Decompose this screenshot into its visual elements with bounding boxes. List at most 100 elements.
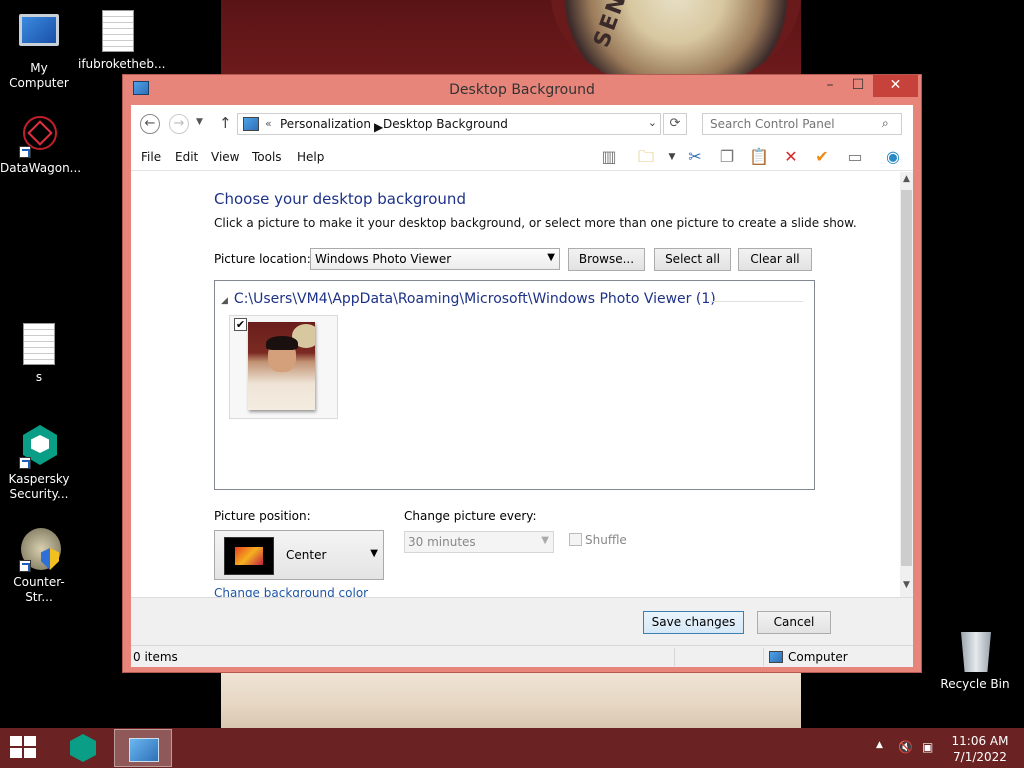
cut-icon[interactable]: ✂ [684,147,706,167]
taskbar-control-panel-icon[interactable] [114,729,172,767]
thumbnail-image [248,322,315,410]
desktop-icon-label: Kaspersky Security... [8,472,70,501]
search-input[interactable] [702,113,902,135]
scroll-up-icon[interactable]: ▲ [900,174,913,186]
computer-icon [19,14,59,46]
change-every-label: Change picture every: [404,509,537,523]
page-subtitle: Click a picture to make it your desktop … [214,216,857,230]
folder-group-header[interactable]: ◢ C:\Users\VM4\AppData\Roaming\Microsoft\… [221,291,716,307]
picture-thumbnail[interactable]: ✔ [229,315,338,419]
maximize-button[interactable]: ☐ [845,75,871,97]
properties-dropdown-icon[interactable]: ▼ [661,147,683,167]
status-divider [674,648,675,666]
collapse-triangle-icon[interactable]: ◢ [221,296,228,306]
browse-button[interactable]: Browse... [568,248,645,271]
desktop-icon-s[interactable]: s [0,323,78,385]
picture-location-value: Windows Photo Viewer [315,252,452,266]
menu-file[interactable]: File [141,150,161,164]
refresh-button[interactable]: ⟳ [663,113,687,135]
picture-position-value: Center [286,548,327,562]
clock-time: 11:06 AM [951,734,1009,748]
recent-locations-chevron-icon[interactable]: ▼ [196,117,203,127]
close-button[interactable]: ✕ [873,75,918,97]
picture-location-label: Picture location: [214,252,311,266]
forward-button[interactable]: → [169,114,189,134]
menu-view[interactable]: View [211,150,239,164]
desktop-icon-ifubroke[interactable]: ifubroketheb... [78,10,166,72]
shuffle-checkbox[interactable]: Shuffle [569,533,627,547]
menu-help[interactable]: Help [297,150,324,164]
select-all-button[interactable]: Select all [654,248,731,271]
taskbar: ▲ 🔇 ▣ 11:06 AM 7/1/2022 [0,728,1024,768]
overflow-chevron[interactable]: « [265,117,272,130]
volume-muted-icon[interactable]: 🔇 [898,740,913,754]
scroll-down-icon[interactable]: ▼ [900,580,913,592]
breadcrumb-personalization[interactable]: Personalization [280,117,371,131]
check-icon[interactable]: ✔ [811,147,833,167]
menu-toolbar-row: File Edit View Tools Help ▥ 🗀 ▼ ✂ ❐ 📋 ✕ … [131,143,913,171]
thumbnail-checkbox[interactable]: ✔ [234,318,247,331]
window-client: ← → ▼ ↑ « Personalization ▶ Desktop Back… [131,105,913,667]
taskbar-kaspersky-icon[interactable] [62,730,102,766]
scroll-thumb[interactable] [901,190,912,566]
window-titlebar[interactable]: Desktop Background – ☐ ✕ [123,75,921,105]
delete-icon[interactable]: ✕ [780,147,802,167]
position-preview-image [224,537,274,575]
address-bar[interactable]: « Personalization ▶ Desktop Background ⌄ [237,113,661,135]
status-divider [763,648,764,666]
window-title: Desktop Background [449,82,595,98]
address-row: ← → ▼ ↑ « Personalization ▶ Desktop Back… [131,105,913,143]
properties-icon[interactable]: 🗀 [635,147,657,167]
change-every-select[interactable]: 30 minutes ▼ [404,531,554,553]
desktop-icon-label: Recycle Bin [940,677,1010,691]
folder-path: C:\Users\VM4\AppData\Roaming\Microsoft\W… [233,291,716,307]
desktop-icon-kaspersky[interactable]: Kaspersky Security... [0,425,78,502]
globe-icon[interactable]: ◉ [882,147,904,167]
address-dropdown-icon[interactable]: ⌄ [648,116,657,129]
desktop-icon-label: ifubroketheb... [78,57,166,71]
minimize-button[interactable]: – [817,75,843,97]
breadcrumb-desktop-background[interactable]: Desktop Background [383,117,508,131]
change-every-value: 30 minutes [408,535,476,549]
recycle-bin-icon [955,630,995,674]
copy-icon[interactable]: ❐ [716,147,738,167]
layout-icon[interactable]: ▥ [598,147,620,167]
control-panel-icon [243,117,259,131]
start-button[interactable] [10,736,38,760]
network-icon[interactable]: ▣ [922,740,933,754]
tray-expand-icon[interactable]: ▲ [876,740,883,750]
picture-list: ◢ C:\Users\VM4\AppData\Roaming\Microsoft\… [214,280,815,490]
breadcrumb-separator-icon[interactable]: ▶ [374,120,383,134]
save-changes-button[interactable]: Save changes [643,611,744,634]
vertical-scrollbar[interactable]: ▲ ▼ [900,172,913,597]
chevron-down-icon: ▼ [547,252,555,263]
wallpaper-shirt [221,672,801,728]
view-icon[interactable]: ▭ [844,147,866,167]
desktop-icon-recycle-bin[interactable]: Recycle Bin [936,630,1014,692]
folder-divider [711,301,803,302]
status-location: Computer [788,650,848,664]
back-button[interactable]: ← [140,114,160,134]
checkbox-box[interactable] [569,533,582,546]
picture-position-label: Picture position: [214,509,311,523]
search-icon[interactable]: ⌕ [882,116,889,131]
clear-all-button[interactable]: Clear all [738,248,812,271]
desktop-icon-datawagon[interactable]: DataWagon... [0,114,82,176]
menu-edit[interactable]: Edit [175,150,198,164]
desktop-icon-label: DataWagon... [0,161,82,175]
content-area: Choose your desktop background Click a p… [131,172,900,597]
picture-position-select[interactable]: Center ▼ [214,530,384,580]
desktop-icon-counter-strike[interactable]: Counter-Str... [0,528,78,605]
up-button[interactable]: ↑ [219,114,232,132]
paste-icon[interactable]: 📋 [748,147,770,167]
desktop-icon-my-computer[interactable]: My Computer [0,10,78,91]
status-item-count: 0 items [133,650,178,664]
cancel-button[interactable]: Cancel [757,611,831,634]
document-icon [102,10,134,52]
clock-date: 7/1/2022 [953,750,1007,764]
picture-location-select[interactable]: Windows Photo Viewer ▼ [310,248,560,270]
change-background-color-link[interactable]: Change background color [214,586,368,597]
taskbar-clock[interactable]: 11:06 AM 7/1/2022 [940,733,1020,765]
menu-tools[interactable]: Tools [252,150,282,164]
desktop-icon-label: Counter-Str... [13,575,65,604]
